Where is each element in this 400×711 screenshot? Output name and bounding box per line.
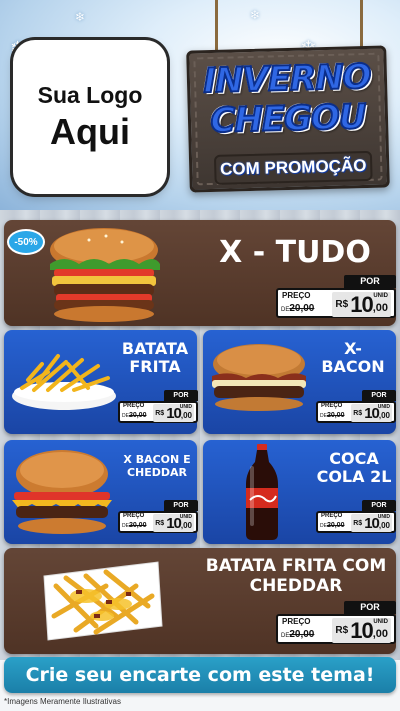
old-price: DE20,00 [122, 412, 147, 419]
winter-header: ❄ ❄ ❄ ❄ ❄ ❄ ❄ Sua Logo Aqui INVERNO CHEG… [0, 0, 400, 210]
product-title: X - TUDO [219, 235, 371, 270]
burger-image [212, 344, 306, 411]
price-tag: POR PREÇO DE20,00 R$ 10,00 UNID [118, 500, 198, 536]
product-title: X- BACON [321, 339, 385, 377]
old-price: DE20,00 [281, 303, 315, 314]
burger-image [12, 450, 112, 534]
new-price: R$ 10,00 UNID [351, 514, 392, 532]
product-title: COCA COLA 2L [316, 449, 392, 487]
new-price: R$ 10,00 UNID [332, 618, 391, 643]
new-price: R$ 10,00 UNID [153, 514, 194, 532]
cta-banner[interactable]: Crie seu encarte com este tema! [4, 657, 396, 693]
new-price: R$ 10,00 UNID [332, 292, 391, 317]
promo-sign: INVERNO CHEGOU COM PROMOÇÃO [186, 45, 390, 193]
sign-title-line-1: INVERNO [202, 56, 372, 102]
discount-badge: -50% [9, 231, 43, 253]
logo-line-2: Aqui [50, 110, 130, 152]
price-tag: POR PREÇO DE20,00 R$ 10,00 UNID [276, 601, 396, 647]
sign-title-line-2: CHEGOU [209, 96, 367, 142]
price-tag: POR PREÇO DE20,00 R$ 10,00 UNID [118, 390, 198, 426]
product-title: BATATA FRITA [121, 339, 189, 377]
soda-bottle-image [246, 444, 278, 540]
cheddar-fries-image [43, 561, 163, 641]
logo-placeholder[interactable]: Sua Logo Aqui [13, 40, 167, 194]
old-price: DE20,00 [281, 629, 315, 640]
sign-ropes [205, 0, 375, 50]
price-tag: POR PREÇO DE20,00 R$ 10,00 UNID [276, 275, 396, 321]
sign-subtitle: COM PROMOÇÃO [213, 150, 373, 185]
product-title: BATATA FRITA COM CHEDDAR [205, 556, 387, 596]
flyer: ❄ ❄ ❄ ❄ ❄ ❄ ❄ Sua Logo Aqui INVERNO CHEG… [0, 0, 400, 711]
old-price: DE20,00 [320, 412, 345, 419]
fries-image [12, 354, 116, 410]
product-title: X BACON E CHEDDAR [123, 453, 191, 479]
new-price: R$ 10,00 UNID [351, 404, 392, 422]
old-price: DE20,00 [122, 522, 147, 529]
old-price: DE20,00 [320, 522, 345, 529]
burger-image [50, 228, 160, 322]
snowflake-icon: ❄ [75, 10, 86, 24]
new-price: R$ 10,00 UNID [153, 404, 194, 422]
disclaimer-text: *Imagens Meramente Ilustrativas [4, 697, 121, 706]
logo-line-1: Sua Logo [37, 81, 143, 108]
price-tag: POR PREÇO DE20,00 R$ 10,00 UNID [316, 390, 396, 426]
price-tag: POR PREÇO DE20,00 R$ 10,00 UNID [316, 500, 396, 536]
